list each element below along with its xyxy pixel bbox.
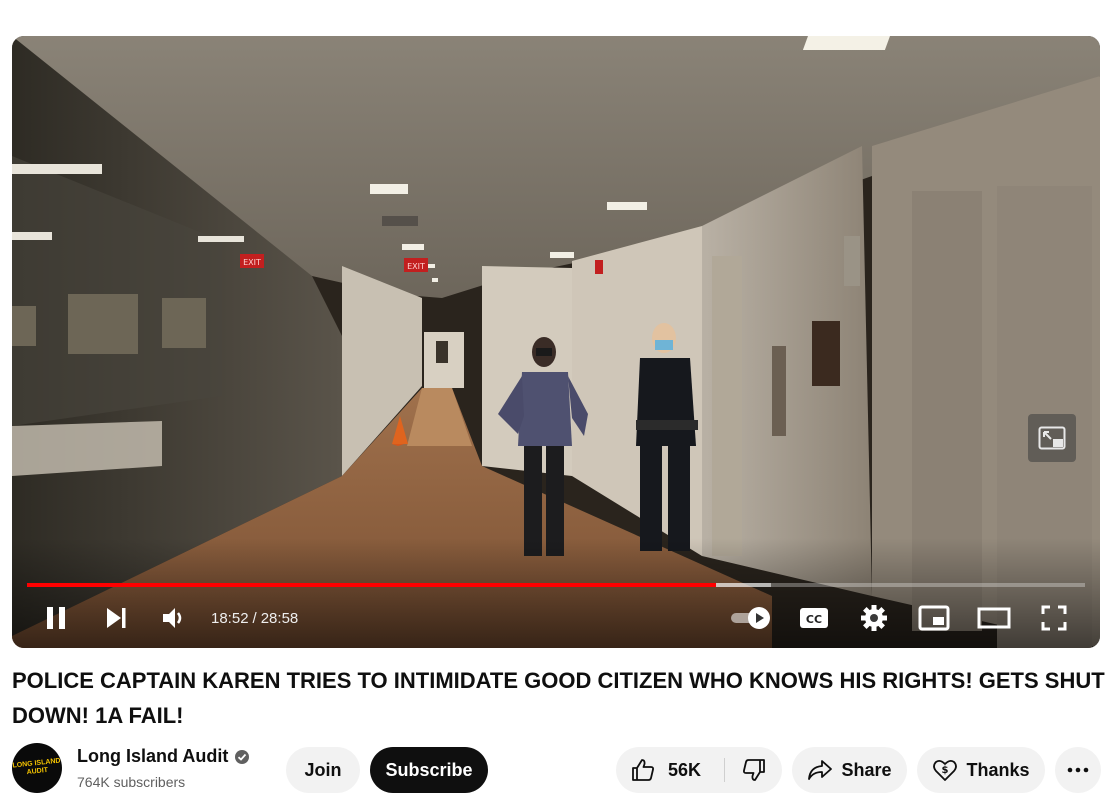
current-time: 18:52 — [211, 609, 249, 627]
miniplayer-button[interactable] — [914, 596, 954, 640]
channel-name-row[interactable]: Long Island Audit — [77, 746, 250, 767]
next-icon — [107, 608, 126, 628]
play-pause-button[interactable] — [36, 596, 76, 640]
time-separator: / — [252, 609, 257, 627]
like-dislike-group: 56K — [616, 747, 782, 793]
like-button[interactable]: 56K — [616, 747, 724, 793]
channel-avatar-logo: LONG ISLAND AUDIT — [12, 757, 61, 777]
duration: 28:58 — [260, 609, 299, 627]
player-controls: 18:52 / 28:58 CC — [12, 596, 1100, 640]
captions-button[interactable]: CC — [796, 596, 832, 640]
autoplay-toggle[interactable] — [726, 596, 776, 640]
captions-icon: CC — [800, 608, 828, 628]
next-button[interactable] — [96, 596, 136, 640]
miniplayer-overlay-button[interactable] — [1028, 414, 1076, 462]
autoplay-toggle-icon — [731, 607, 770, 629]
volume-icon — [163, 608, 182, 628]
join-label: Join — [304, 759, 342, 780]
fullscreen-button[interactable] — [1034, 596, 1074, 640]
fullscreen-icon — [1041, 605, 1067, 631]
miniplayer-expand-icon — [1038, 426, 1066, 450]
channel-avatar[interactable]: LONG ISLAND AUDIT — [12, 743, 62, 793]
miniplayer-icon — [918, 605, 950, 631]
join-button[interactable]: Join — [286, 747, 360, 793]
mute-button[interactable] — [154, 596, 194, 640]
thumbs-up-icon — [632, 759, 654, 781]
like-count: 56K — [668, 759, 702, 780]
watch-page: EXIT EXIT 18:52 / 28:58 CC POLICE CAPTAI… — [0, 0, 1120, 798]
share-button[interactable]: Share — [792, 747, 907, 793]
video-title: POLICE CAPTAIN KAREN TRIES TO INTIMIDATE… — [12, 668, 1105, 728]
gear-icon — [861, 605, 887, 631]
share-icon — [808, 760, 833, 780]
thumbs-down-icon — [742, 759, 765, 781]
settings-button[interactable] — [856, 596, 892, 640]
verified-badge-icon — [235, 749, 250, 764]
subscribe-label: Subscribe — [385, 759, 473, 780]
svg-text:CC: CC — [806, 613, 822, 626]
svg-text:$: $ — [942, 765, 949, 776]
thanks-label: Thanks — [966, 759, 1030, 780]
subscriber-count: 764K subscribers — [77, 774, 186, 790]
time-display: 18:52 / 28:58 — [211, 596, 298, 640]
dislike-button[interactable] — [725, 747, 782, 793]
theater-mode-icon — [977, 607, 1011, 629]
progress-played — [27, 583, 716, 587]
channel-name[interactable]: Long Island Audit — [77, 746, 228, 767]
subscribe-button[interactable]: Subscribe — [370, 747, 488, 793]
progress-bar[interactable] — [27, 583, 1085, 587]
pause-icon — [47, 607, 65, 629]
video-player[interactable]: EXIT EXIT 18:52 / 28:58 CC — [12, 36, 1100, 648]
exit-sign-left: EXIT — [243, 258, 261, 267]
more-icon — [1067, 767, 1089, 773]
exit-sign-center: EXIT — [407, 262, 425, 271]
share-label: Share — [841, 759, 892, 780]
thanks-heart-dollar-icon: $ — [933, 759, 958, 781]
theater-mode-button[interactable] — [974, 596, 1014, 640]
more-actions-button[interactable] — [1055, 747, 1101, 793]
thanks-button[interactable]: $ Thanks — [917, 747, 1045, 793]
